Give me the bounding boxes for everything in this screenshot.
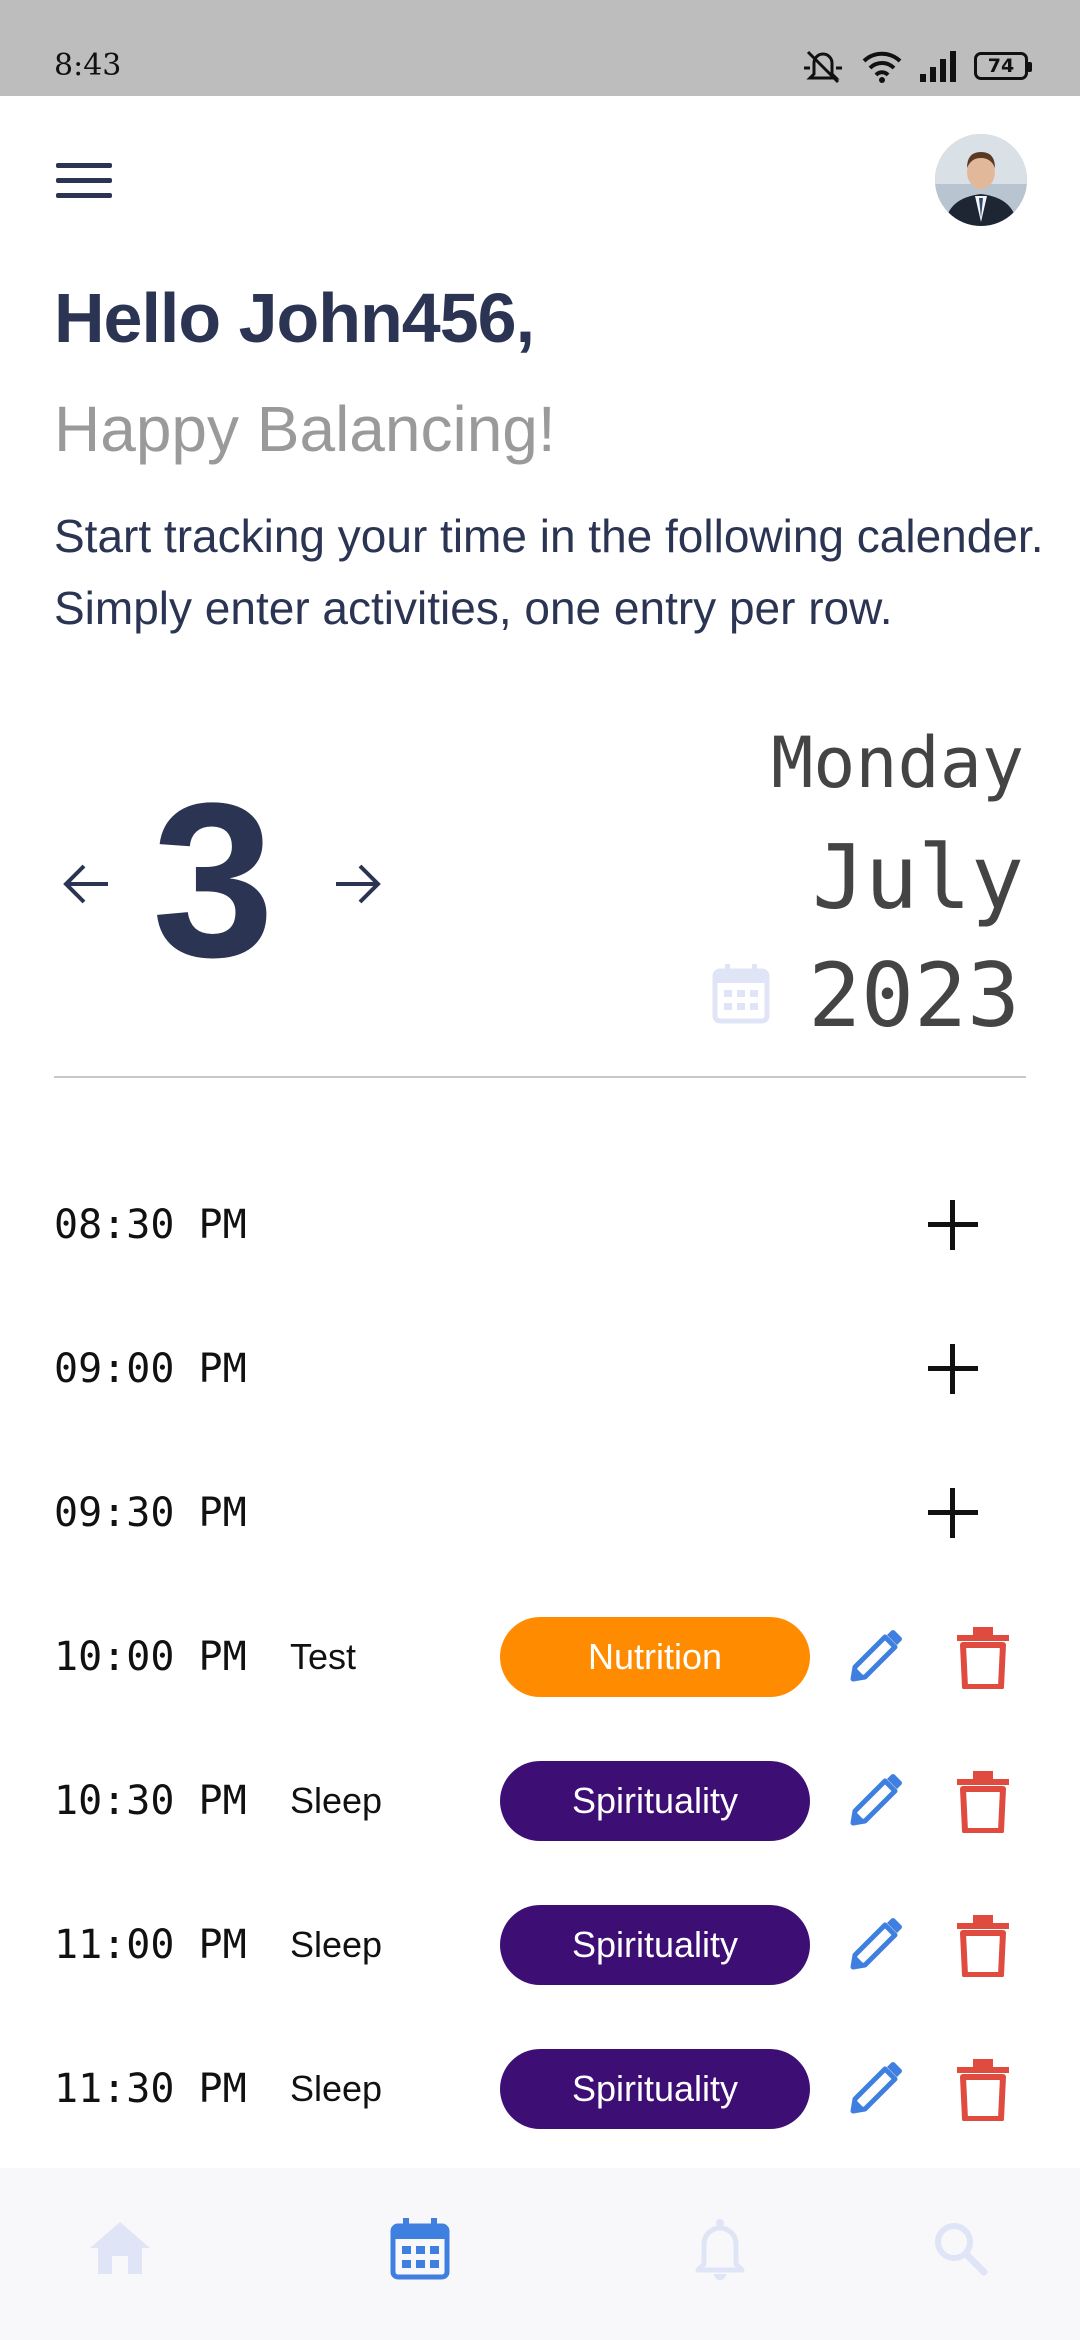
weekday-label: Monday bbox=[771, 722, 1024, 804]
battery-level: 74 bbox=[987, 55, 1015, 77]
time-slot-row: 10:00 PM Test Nutrition bbox=[0, 1585, 1080, 1729]
add-entry-plus-icon[interactable] bbox=[928, 1344, 978, 1394]
nav-home-icon[interactable] bbox=[80, 2208, 160, 2288]
mute-bell-icon bbox=[804, 50, 842, 84]
time-slot-row: 10:30 PM Sleep Spirituality bbox=[0, 1729, 1080, 1873]
slot-activity: Sleep bbox=[290, 2068, 383, 2109]
time-slot-row: 09:00 PM bbox=[0, 1297, 1080, 1441]
day-number: 3 bbox=[152, 757, 275, 1003]
nav-bell-icon[interactable] bbox=[680, 2208, 760, 2288]
category-tag[interactable]: Spirituality bbox=[500, 1761, 810, 1841]
delete-trash-icon[interactable] bbox=[955, 2057, 1011, 2122]
bottom-navigation bbox=[0, 2168, 1080, 2340]
category-tag[interactable]: Spirituality bbox=[500, 1905, 810, 1985]
time-slot-row: 11:30 PM Sleep Spirituality bbox=[0, 2017, 1080, 2161]
time-slot-row: 11:00 PM Sleep Spirituality bbox=[0, 1873, 1080, 2017]
slot-time: 10:30 PM bbox=[54, 1778, 247, 1824]
delete-trash-icon[interactable] bbox=[955, 1769, 1011, 1834]
slot-time: 11:00 PM bbox=[54, 1922, 247, 1968]
category-tag[interactable]: Spirituality bbox=[500, 2049, 810, 2129]
greeting-heading: Hello John456, bbox=[54, 279, 535, 357]
delete-trash-icon[interactable] bbox=[955, 1625, 1011, 1690]
calendar-picker-icon[interactable] bbox=[712, 962, 770, 1024]
slot-time: 10:00 PM bbox=[54, 1634, 247, 1680]
slot-time: 09:00 PM bbox=[54, 1346, 247, 1392]
edit-pencil-icon[interactable] bbox=[845, 1627, 905, 1687]
avatar[interactable] bbox=[935, 134, 1027, 226]
edit-pencil-icon[interactable] bbox=[845, 1771, 905, 1831]
time-slot-row: 09:30 PM bbox=[0, 1441, 1080, 1585]
time-slot-row: 08:30 PM bbox=[0, 1153, 1080, 1297]
category-tag[interactable]: Nutrition bbox=[500, 1617, 810, 1697]
add-entry-plus-icon[interactable] bbox=[928, 1200, 978, 1250]
slot-activity: Sleep bbox=[290, 1924, 383, 1965]
wifi-icon bbox=[862, 51, 902, 83]
add-entry-plus-icon[interactable] bbox=[928, 1488, 978, 1538]
status-icons: 74 bbox=[800, 48, 1032, 84]
nav-search-icon[interactable] bbox=[920, 2208, 1000, 2288]
battery-icon: 74 bbox=[974, 52, 1032, 80]
slot-time: 11:30 PM bbox=[54, 2066, 247, 2112]
signal-icon bbox=[920, 51, 956, 82]
status-bar: 8:43 74 bbox=[0, 0, 1080, 96]
nav-calendar-icon[interactable] bbox=[380, 2208, 460, 2288]
greeting-subtitle: Happy Balancing! bbox=[54, 393, 556, 465]
next-day-arrow-icon[interactable] bbox=[330, 860, 384, 908]
status-time: 8:43 bbox=[54, 48, 122, 83]
slot-activity: Sleep bbox=[290, 1780, 383, 1821]
edit-pencil-icon[interactable] bbox=[845, 2059, 905, 2119]
menu-icon[interactable] bbox=[56, 163, 112, 199]
prev-day-arrow-icon[interactable] bbox=[60, 860, 114, 908]
slot-time: 09:30 PM bbox=[54, 1490, 247, 1536]
divider bbox=[54, 1076, 1026, 1078]
intro-text: Start tracking your time in the followin… bbox=[54, 510, 1044, 634]
delete-trash-icon[interactable] bbox=[955, 1913, 1011, 1978]
year-label: 2023 bbox=[808, 944, 1020, 1047]
slot-activity: Test bbox=[290, 1636, 357, 1677]
edit-pencil-icon[interactable] bbox=[845, 1915, 905, 1975]
month-label: July bbox=[812, 826, 1024, 929]
slot-time: 08:30 PM bbox=[54, 1202, 247, 1248]
